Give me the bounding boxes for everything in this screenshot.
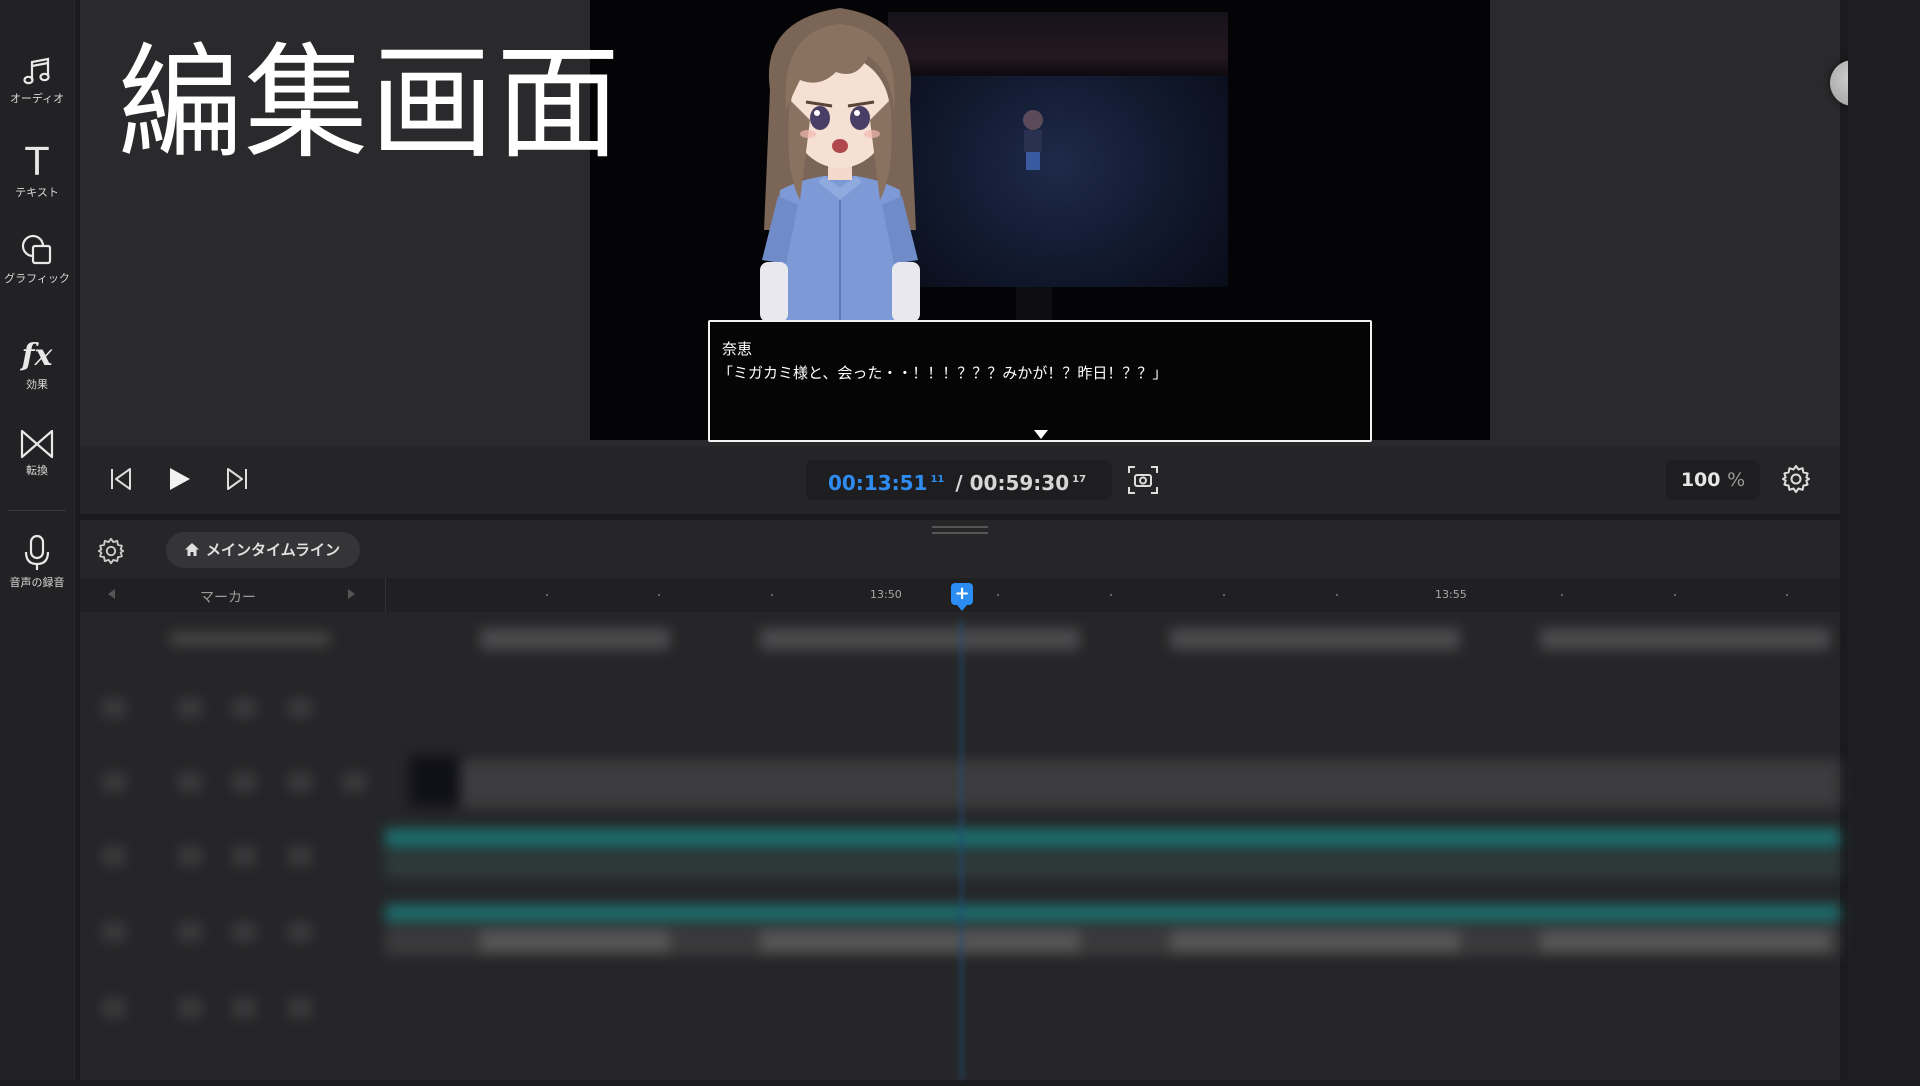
dialogue-speaker-name: 奈恵	[722, 340, 753, 358]
zoom-unit: %	[1727, 469, 1746, 491]
fx-icon: fx	[21, 338, 53, 373]
prev-frame-button[interactable]	[106, 464, 136, 498]
preview-settings-button[interactable]	[1780, 463, 1812, 499]
total-frames: 17	[1072, 474, 1087, 485]
panel-resize-handle[interactable]	[932, 526, 988, 534]
current-time: 00:13:51	[827, 471, 928, 495]
text-t-icon: T	[25, 140, 49, 184]
preview-zoom-level[interactable]: 100 %	[1666, 460, 1760, 500]
home-icon	[185, 543, 199, 556]
transition-bowtie-icon	[20, 429, 54, 459]
timecode-display: 00:13:51 11 / 00:59:30 17	[806, 460, 1112, 500]
effects-tool-button[interactable]: fx 効果	[0, 338, 74, 391]
tool-sidebar: オーディオ T テキスト グラフィック fx 効果 転換 音声の録音	[0, 0, 75, 1080]
music-note-icon	[23, 57, 50, 85]
text-tool-label: テキスト	[15, 186, 59, 199]
microphone-icon	[24, 534, 50, 570]
main-timeline-breadcrumb[interactable]: メインタイムライン	[166, 532, 360, 568]
time-ruler[interactable]: 13:50 13:55	[385, 578, 1841, 612]
playhead-handle[interactable]: +	[951, 583, 973, 611]
marker-prev-button[interactable]	[108, 589, 115, 599]
ruler-label: 13:55	[1435, 588, 1467, 601]
marker-next-button[interactable]	[348, 589, 355, 599]
playhead-line	[960, 620, 963, 1080]
shapes-icon	[21, 234, 52, 265]
sidebar-divider	[8, 510, 66, 511]
step-forward-icon	[227, 468, 247, 490]
transition-tool-button[interactable]: 転換	[0, 428, 74, 477]
overlay-caption-title: 編集画面	[118, 32, 623, 176]
audio-tool-label: オーディオ	[9, 92, 65, 105]
gear-icon	[97, 537, 125, 565]
audio-tool-button[interactable]: オーディオ	[0, 54, 74, 105]
effects-tool-label: 効果	[26, 378, 48, 391]
gear-icon	[1782, 465, 1810, 493]
next-frame-button[interactable]	[222, 464, 252, 498]
play-button[interactable]	[164, 464, 194, 498]
step-back-icon	[111, 468, 131, 490]
graphics-tool-button[interactable]: グラフィック	[0, 232, 74, 285]
dialogue-text: 「ミガカミ様と、会った・・！！！？？？みかが！？昨日！？？」	[718, 364, 1168, 382]
total-time: 00:59:30	[969, 471, 1070, 495]
dialogue-continue-arrow-icon	[1034, 430, 1048, 439]
voice-record-tool-button[interactable]: 音声の録音	[0, 534, 74, 589]
timeline-settings-button[interactable]	[96, 536, 126, 570]
zoom-value: 100	[1680, 469, 1721, 491]
text-tool-button[interactable]: T テキスト	[0, 142, 74, 199]
current-frames: 11	[930, 474, 945, 485]
ruler-label: 13:50	[870, 588, 902, 601]
camera-frame-icon	[1128, 466, 1158, 494]
play-icon	[170, 468, 190, 490]
marker-label: マーカー	[200, 590, 256, 606]
timeline-panel: メインタイムライン マーカー 13:50 13:55 +	[80, 520, 1840, 1080]
right-edge-strip	[1848, 0, 1920, 1080]
graphics-tool-label: グラフィック	[4, 272, 70, 285]
main-timeline-label: メインタイムライン	[206, 541, 340, 559]
dialogue-box: 奈恵 「ミガカミ様と、会った・・！！！？？？みかが！？昨日！？？」	[708, 320, 1372, 442]
transport-bar: 00:13:51 11 / 00:59:30 17 100 %	[80, 446, 1840, 514]
character-sprite	[760, 8, 920, 330]
voice-record-tool-label: 音声の録音	[9, 576, 65, 589]
transition-tool-label: 転換	[26, 464, 48, 477]
timecode-separator: /	[955, 471, 963, 495]
snapshot-button[interactable]	[1126, 463, 1160, 501]
